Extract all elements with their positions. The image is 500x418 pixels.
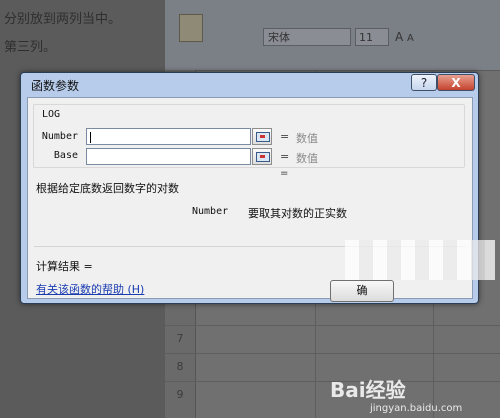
row-number[interactable]: 9 [165,388,195,401]
base-arg-label: Base [53,150,78,161]
function-name: LOG [42,109,61,120]
help-button[interactable]: ? [411,74,437,91]
calculation-result: 计算结果 = [36,260,93,273]
formula-result-equals: = [280,168,289,179]
dialog-title: 函数参数 [31,79,80,93]
paste-icon[interactable] [179,14,203,42]
base-arg-hint: 数值 [296,152,318,165]
grid-line [165,325,500,326]
number-arg-hint: 数值 [296,132,318,145]
argument-description-text: 要取其对数的正实数 [248,207,347,220]
collapse-dialog-icon[interactable] [252,148,272,165]
shrink-font-icon[interactable]: A [407,33,414,44]
grid-line [165,353,500,354]
function-description: 根据给定底数返回数字的对数 [36,182,179,195]
close-button[interactable]: X [437,74,475,91]
dialog-titlebar[interactable]: 函数参数 ? X [21,73,478,95]
number-arg-label: Number [41,131,78,142]
baidu-jingyan-watermark: Bai经验 jingyan.baidu.com [330,374,462,414]
function-help-link[interactable]: 有关该函数的帮助 (H) [36,281,144,297]
text-caret [90,131,91,143]
document-text-line: 分别放到两列当中。 [4,12,122,27]
argument-description-name: Number [192,206,229,217]
ribbon: 宋体 11 A A [165,0,500,71]
document-text-line: 第三列。 [4,40,57,55]
number-arg-equals: = [280,130,290,143]
row-number[interactable]: 8 [165,360,195,373]
number-arg-input[interactable] [86,128,251,145]
arguments-group: LOG Number = 数值 Base = 数值 [33,104,465,168]
font-size-select[interactable]: 11 [355,28,389,46]
redaction-overlay [345,240,495,280]
row-number[interactable]: 7 [165,332,195,345]
watermark-site: jingyan.baidu.com [370,403,463,414]
font-name-select[interactable]: 宋体 [263,28,351,46]
base-arg-input[interactable] [86,148,251,165]
font-size-buttons[interactable]: A A [395,30,414,44]
grow-font-icon[interactable]: A [395,30,403,44]
collapse-dialog-icon[interactable] [252,128,272,145]
ok-button[interactable]: 确 [330,280,394,302]
base-arg-equals: = [280,150,290,163]
watermark-brand: Bai经验 [330,378,406,402]
